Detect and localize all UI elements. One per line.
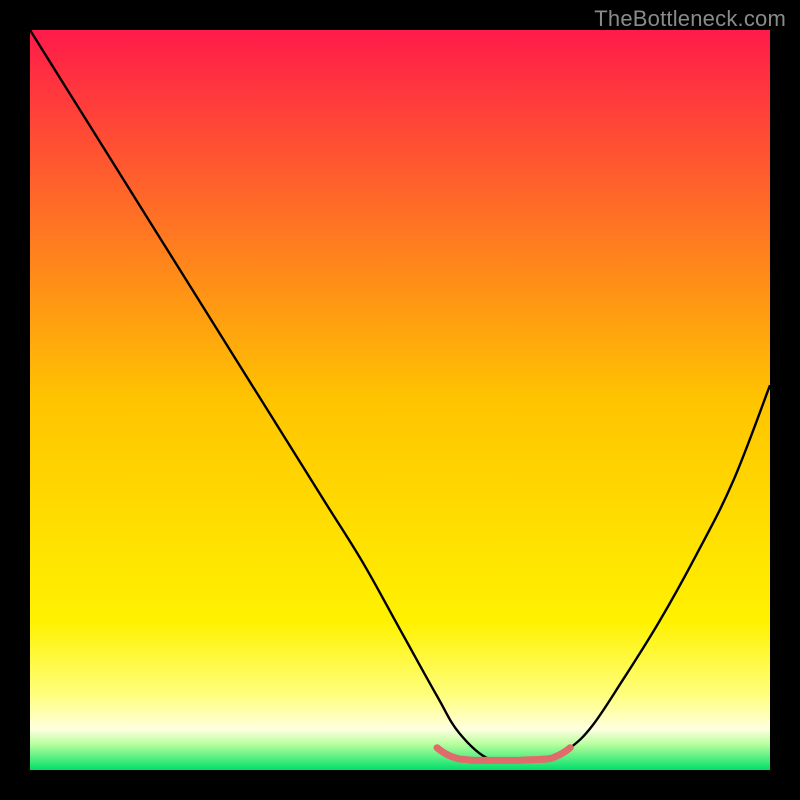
watermark-text: TheBottleneck.com [594, 6, 786, 32]
gradient-background [30, 30, 770, 770]
plot-area [30, 30, 770, 770]
chart-frame: TheBottleneck.com [0, 0, 800, 800]
plot-svg [30, 30, 770, 770]
